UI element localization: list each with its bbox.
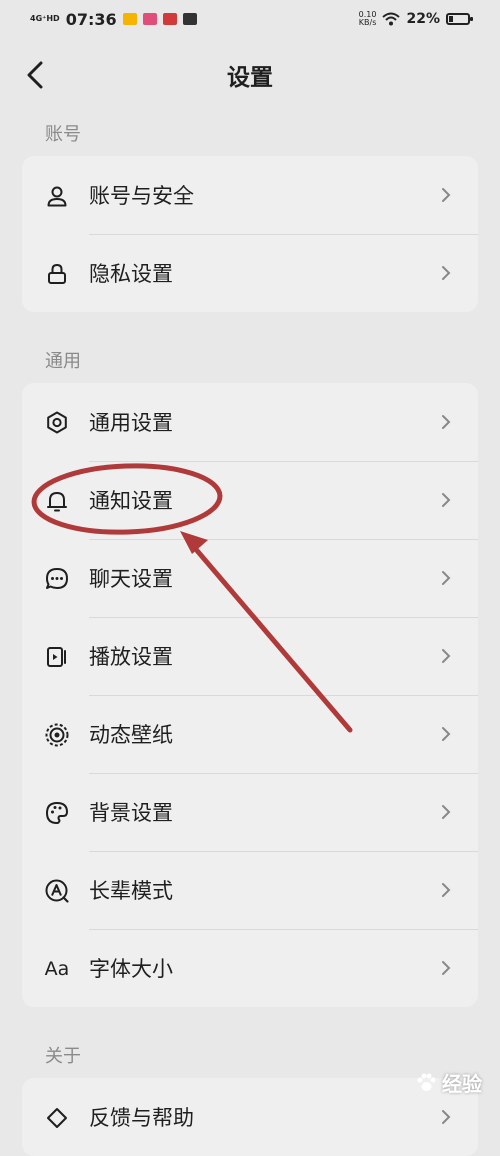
- settings-row-label: 长辈模式: [89, 879, 173, 903]
- bell-icon: [44, 488, 70, 514]
- chevron-right-icon: [442, 727, 451, 741]
- nav-bar: 设置: [0, 44, 500, 106]
- watermark-text: 经验: [442, 1072, 482, 1096]
- settings-row-label: 字体大小: [89, 957, 173, 981]
- settings-row-font-size[interactable]: Aa 字体大小: [22, 929, 478, 1007]
- section-label-about: 关于: [45, 1046, 81, 1067]
- font-size-icon-text: Aa: [44, 958, 70, 980]
- settings-row-feedback[interactable]: 反馈与帮助: [22, 1078, 478, 1156]
- back-button[interactable]: [18, 58, 52, 92]
- chevron-right-icon: [442, 649, 451, 663]
- status-right: 0.10 KB/s 22%: [359, 11, 473, 27]
- settings-row-playback[interactable]: 播放设置: [22, 617, 478, 695]
- app-notification-icon: [142, 13, 157, 25]
- settings-row-privacy[interactable]: 隐私设置: [22, 234, 478, 312]
- settings-row-label: 动态壁纸: [89, 723, 173, 747]
- general-card: 通用设置 通知设置 聊天设置 播放设置 动态壁纸 背景设置 长辈模式 Aa 字体…: [22, 383, 478, 1007]
- chevron-right-icon: [442, 883, 451, 897]
- palette-icon: [44, 800, 70, 826]
- app-notification-icon: [162, 13, 177, 25]
- gear-icon: [44, 410, 70, 436]
- about-card: 反馈与帮助: [22, 1078, 478, 1156]
- settings-row-label: 聊天设置: [89, 567, 173, 591]
- chevron-right-icon: [442, 1110, 451, 1124]
- settings-row-label: 背景设置: [89, 801, 173, 825]
- network-speed: 0.10 KB/s: [359, 11, 377, 27]
- section-label-general: 通用: [45, 351, 81, 372]
- status-time: 07:36: [65, 9, 117, 29]
- settings-row-elder-mode[interactable]: 长辈模式: [22, 851, 478, 929]
- battery-percent: 22%: [406, 11, 440, 27]
- chevron-right-icon: [442, 415, 451, 429]
- app-notification-icon: [122, 13, 137, 25]
- status-left: 4G⁺HD 07:36: [30, 10, 197, 29]
- battery-icon: [446, 13, 473, 25]
- play-icon: [44, 644, 70, 670]
- page-title: 设置: [227, 65, 273, 91]
- settings-row-label: 账号与安全: [89, 184, 194, 208]
- chevron-right-icon: [442, 188, 451, 202]
- chevron-right-icon: [442, 961, 451, 975]
- person-icon: [44, 183, 70, 209]
- settings-row-general[interactable]: 通用设置: [22, 383, 478, 461]
- chat-bubble-icon: [44, 566, 70, 592]
- network-speed-unit: KB/s: [358, 18, 377, 27]
- section-label-account: 账号: [45, 124, 81, 145]
- account-card: 账号与安全 隐私设置: [22, 156, 478, 312]
- watermark: 经验: [414, 1068, 482, 1097]
- lock-icon: [44, 261, 70, 287]
- status-bar: 4G⁺HD 07:36 0.10 KB/s 22%: [0, 0, 500, 38]
- font-size-icon: Aa: [44, 956, 70, 982]
- settings-row-account-security[interactable]: 账号与安全: [22, 156, 478, 234]
- settings-row-label: 播放设置: [89, 645, 173, 669]
- paw-icon: [417, 1073, 436, 1091]
- battery-level: [449, 16, 453, 22]
- app-notification-icon: [182, 13, 197, 25]
- settings-row-label: 通用设置: [89, 411, 173, 435]
- settings-row-live-wallpaper[interactable]: 动态壁纸: [22, 695, 478, 773]
- elder-mode-icon: [44, 878, 70, 904]
- chevron-right-icon: [442, 266, 451, 280]
- feedback-icon: [44, 1105, 70, 1131]
- chevron-right-icon: [442, 805, 451, 819]
- chevron-right-icon: [442, 571, 451, 585]
- settings-row-label: 反馈与帮助: [89, 1106, 194, 1130]
- chevron-left-icon: [27, 61, 43, 89]
- settings-row-chat[interactable]: 聊天设置: [22, 539, 478, 617]
- settings-row-background[interactable]: 背景设置: [22, 773, 478, 851]
- chevron-right-icon: [442, 493, 451, 507]
- live-wallpaper-icon: [44, 722, 70, 748]
- wifi-icon: [382, 12, 401, 26]
- network-indicator: 4G⁺HD: [30, 14, 60, 23]
- settings-row-label: 隐私设置: [89, 262, 173, 286]
- settings-row-notification[interactable]: 通知设置: [22, 461, 478, 539]
- settings-row-label: 通知设置: [89, 489, 173, 513]
